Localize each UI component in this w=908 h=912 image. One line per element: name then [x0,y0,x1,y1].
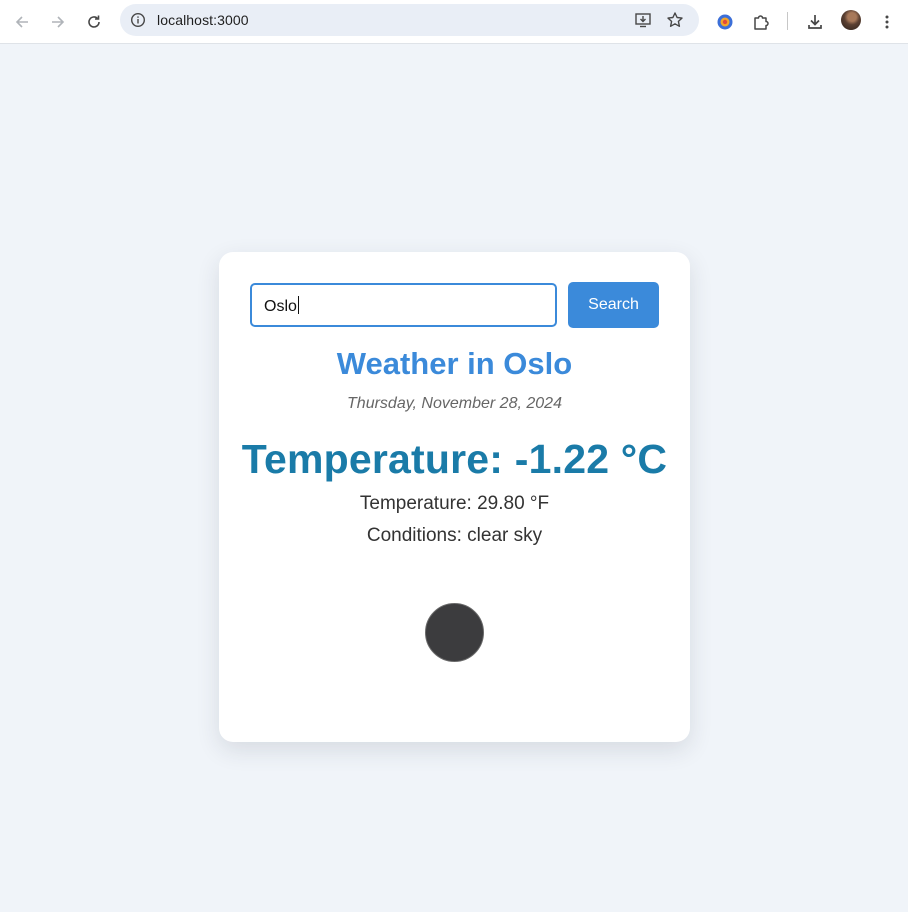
weather-conditions: Conditions: clear sky [366,525,543,546]
reload-icon[interactable] [80,8,108,36]
weather-card: Oslo Search Weather in Oslo Thursday, No… [219,252,690,742]
forward-icon[interactable] [44,8,72,36]
toolbar-divider [787,12,788,30]
weather-title: Weather in Oslo [336,346,573,381]
search-button[interactable]: Search [568,282,659,328]
clear-sky-icon [425,603,484,662]
bookmark-star-icon[interactable] [665,10,685,30]
temperature-celsius: Temperature: -1.22 °C [241,436,668,482]
city-search-value: Oslo [264,298,297,315]
temperature-fahrenheit: Temperature: 29.80 °F [359,493,550,514]
profile-avatar[interactable] [841,10,861,30]
back-icon[interactable] [8,8,36,36]
extensions-puzzle-icon[interactable] [747,8,775,36]
site-info-icon[interactable] [128,10,148,30]
weather-date: Thursday, November 28, 2024 [347,395,562,412]
browser-toolbar: localhost:3000 [0,0,908,44]
address-bar[interactable]: localhost:3000 [120,4,699,36]
city-search-input[interactable]: Oslo [250,283,557,327]
text-caret [297,296,299,314]
url-text: localhost:3000 [157,12,249,28]
install-app-icon[interactable] [633,10,653,30]
download-icon[interactable] [801,8,829,36]
menu-kebab-icon[interactable] [873,8,901,36]
extension-icon[interactable] [711,8,739,36]
